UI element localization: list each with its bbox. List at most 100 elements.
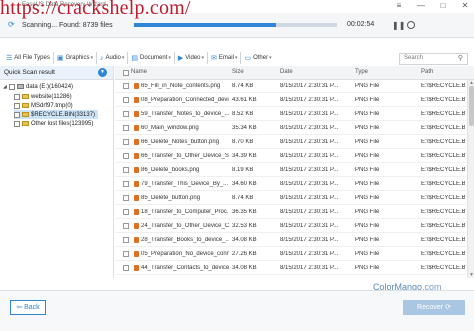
drive-icon bbox=[17, 84, 24, 89]
filter-audio[interactable]: ♪ Audio ▾ bbox=[97, 52, 129, 64]
png-file-icon bbox=[134, 195, 139, 201]
scan-icon: ⟳ bbox=[8, 20, 15, 29]
document-icon: ▤ bbox=[131, 55, 139, 62]
table-row[interactable]: 65_Fill_in_Note_contents.png 8.74 KB 8/15/… bbox=[115, 80, 466, 93]
chevron-down-icon: ▾ bbox=[121, 55, 125, 61]
recover-button[interactable]: Recover ⟳ bbox=[403, 300, 465, 315]
filter-funnel-icon[interactable]: ▼ bbox=[98, 68, 107, 77]
cell-size: 34.08 KB bbox=[232, 265, 257, 271]
tree-checkbox[interactable] bbox=[9, 83, 15, 90]
png-file-icon bbox=[134, 153, 139, 159]
elapsed-time: 00:02:54 bbox=[347, 21, 375, 28]
tree-checkbox[interactable] bbox=[14, 120, 20, 127]
table-row[interactable]: 60_Main_window.png 35.34 KB 8/15/2017 2:30… bbox=[115, 122, 466, 135]
column-header-date[interactable]: Date bbox=[280, 69, 293, 75]
vertical-scrollbar[interactable]: ▲ ▼ bbox=[467, 80, 474, 278]
cell-name: 65_Fill_in_Note_contents.png bbox=[141, 83, 221, 89]
cell-type: PNG File bbox=[355, 83, 380, 89]
pause-icon[interactable]: ❚❚ bbox=[392, 21, 405, 30]
close-icon[interactable]: ✕ bbox=[460, 1, 470, 10]
tree-checkbox[interactable] bbox=[14, 93, 20, 100]
table-row[interactable]: 24_Transfer_to_Other_Device_C... 32.53 KB… bbox=[115, 220, 466, 233]
row-checkbox[interactable] bbox=[123, 265, 129, 271]
row-checkbox[interactable] bbox=[123, 97, 129, 103]
row-checkbox[interactable] bbox=[123, 181, 129, 187]
cell-path: E:\$RECYCLE.BI... bbox=[421, 153, 465, 159]
filter-label: Document bbox=[140, 55, 168, 61]
cell-name: 18_Transfer_to_Computer_Proc... bbox=[141, 209, 229, 215]
cell-size: 35.34 KB bbox=[232, 125, 257, 131]
table-row[interactable]: 66_Transfer_to_Other_Device_S... 34.39 KB… bbox=[115, 150, 466, 163]
cell-type: PNG File bbox=[355, 125, 380, 131]
table-row[interactable]: 85_Delete_button.png 8.74 KB 8/15/2017 2:3… bbox=[115, 192, 466, 205]
table-row[interactable]: 79_Transfer_This_Device_By_... 34.60 KB 8/… bbox=[115, 178, 466, 191]
column-header-name[interactable]: Name bbox=[131, 69, 147, 75]
row-checkbox[interactable] bbox=[123, 125, 129, 131]
tree-node-website[interactable]: website(11286) bbox=[14, 92, 72, 101]
row-checkbox[interactable] bbox=[123, 223, 129, 229]
table-row[interactable]: 59_Transfer_Notes_to_device_... 8.52 KB 8/… bbox=[115, 108, 466, 121]
row-checkbox[interactable] bbox=[123, 251, 129, 257]
filter-label: Audio bbox=[105, 55, 121, 61]
cell-type: PNG File bbox=[355, 139, 380, 145]
filter-graphics[interactable]: ▣ Graphics ▾ bbox=[54, 52, 98, 64]
table-row[interactable]: 66_Delete_Notes_button.png 8.70 KB 8/15/20… bbox=[115, 136, 466, 149]
cell-date: 8/15/2017 2:30:31 P... bbox=[280, 153, 339, 159]
cell-name: 05_Preparation_No_device_conn... bbox=[141, 251, 229, 257]
cell-path: E:\$RECYCLE.BI... bbox=[421, 167, 465, 173]
row-checkbox[interactable] bbox=[123, 167, 129, 173]
scroll-thumb[interactable] bbox=[469, 86, 474, 126]
cell-date: 8/15/2017 2:30:31 P... bbox=[280, 97, 339, 103]
chevron-down-icon: ▾ bbox=[269, 55, 272, 61]
cell-type: PNG File bbox=[355, 265, 380, 271]
scroll-down-icon[interactable]: ▼ bbox=[469, 272, 474, 278]
folder-icon bbox=[22, 94, 29, 99]
row-checkbox[interactable] bbox=[123, 209, 129, 215]
column-header-path[interactable]: Path bbox=[421, 69, 433, 75]
watermark-url: https://crackshelp.com/ bbox=[0, 0, 191, 19]
filter-document[interactable]: ▤ Document ▾ bbox=[128, 52, 175, 64]
tree-checkbox[interactable] bbox=[14, 111, 20, 118]
row-checkbox[interactable] bbox=[123, 111, 129, 117]
row-checkbox[interactable] bbox=[123, 153, 129, 159]
filter-email[interactable]: ✉ Email ▾ bbox=[208, 52, 242, 64]
maximize-icon[interactable]: □ bbox=[438, 1, 448, 10]
cell-path: E:\$RECYCLE.BI... bbox=[421, 97, 465, 103]
table-row[interactable]: 18_Transfer_to_Computer_Proc... 36.35 KB 8… bbox=[115, 206, 466, 219]
filter-video[interactable]: ▶ Video ▾ bbox=[175, 52, 209, 64]
column-header-size[interactable]: Size bbox=[232, 69, 244, 75]
tree-header: Quick Scan result ▼ bbox=[0, 66, 113, 80]
search-input[interactable]: Search ⚲ bbox=[399, 53, 468, 65]
filter-all-file-types[interactable]: ☰ All File Types bbox=[3, 52, 54, 64]
table-row[interactable]: 28_Transfer_Books_to_device_... 34.08 KB 8… bbox=[115, 234, 466, 247]
back-button[interactable]: ⇦ Back bbox=[10, 300, 46, 315]
table-row[interactable]: 08_Preparation_Connected_devic... 43.61 K… bbox=[115, 94, 466, 107]
table-row[interactable]: 44_Transfer_Contacts_to_device... 34.08 K… bbox=[115, 262, 466, 275]
png-file-icon bbox=[134, 167, 139, 173]
minimize-icon[interactable]: — bbox=[416, 1, 426, 10]
tree-checkbox[interactable] bbox=[14, 102, 20, 109]
cell-path: E:\$RECYCLE.BI... bbox=[421, 125, 465, 131]
row-checkbox[interactable] bbox=[123, 83, 129, 89]
menu-icon[interactable]: ≡ bbox=[394, 1, 404, 10]
filter-other[interactable]: ▭ Other ▾ bbox=[241, 52, 274, 64]
tree-node-msdrf[interactable]: MSdrf97.tmp(0) bbox=[14, 101, 73, 110]
column-header-type[interactable]: Type bbox=[355, 69, 368, 75]
tree-node-drive[interactable]: ◢ data (E:)(160424) bbox=[3, 82, 73, 91]
tree-node-other-lost-files[interactable]: Other lost files(123995) bbox=[14, 119, 93, 128]
tree-node-recycle-bin[interactable]: $RECYCLE.BIN(33137) bbox=[14, 110, 99, 119]
row-checkbox[interactable] bbox=[123, 237, 129, 243]
search-icon[interactable]: ⚲ bbox=[458, 54, 463, 62]
table-row[interactable]: 05_Preparation_No_device_conn... 27.26 KB… bbox=[115, 248, 466, 261]
email-icon: ✉ bbox=[211, 55, 217, 62]
select-all-checkbox[interactable] bbox=[123, 70, 129, 76]
row-checkbox[interactable] bbox=[123, 139, 129, 145]
chevron-down-icon: ▾ bbox=[201, 55, 205, 61]
row-checkbox[interactable] bbox=[123, 195, 129, 201]
table-row[interactable]: 86_Delete_books.png 8.19 KB 8/15/2017 2:30… bbox=[115, 164, 466, 177]
filter-label: Other bbox=[253, 55, 269, 61]
stop-icon[interactable] bbox=[407, 21, 415, 29]
tree-node-label: MSdrf97.tmp(0) bbox=[31, 102, 73, 109]
cell-size: 43.61 KB bbox=[232, 97, 257, 103]
audio-icon: ♪ bbox=[100, 54, 104, 62]
